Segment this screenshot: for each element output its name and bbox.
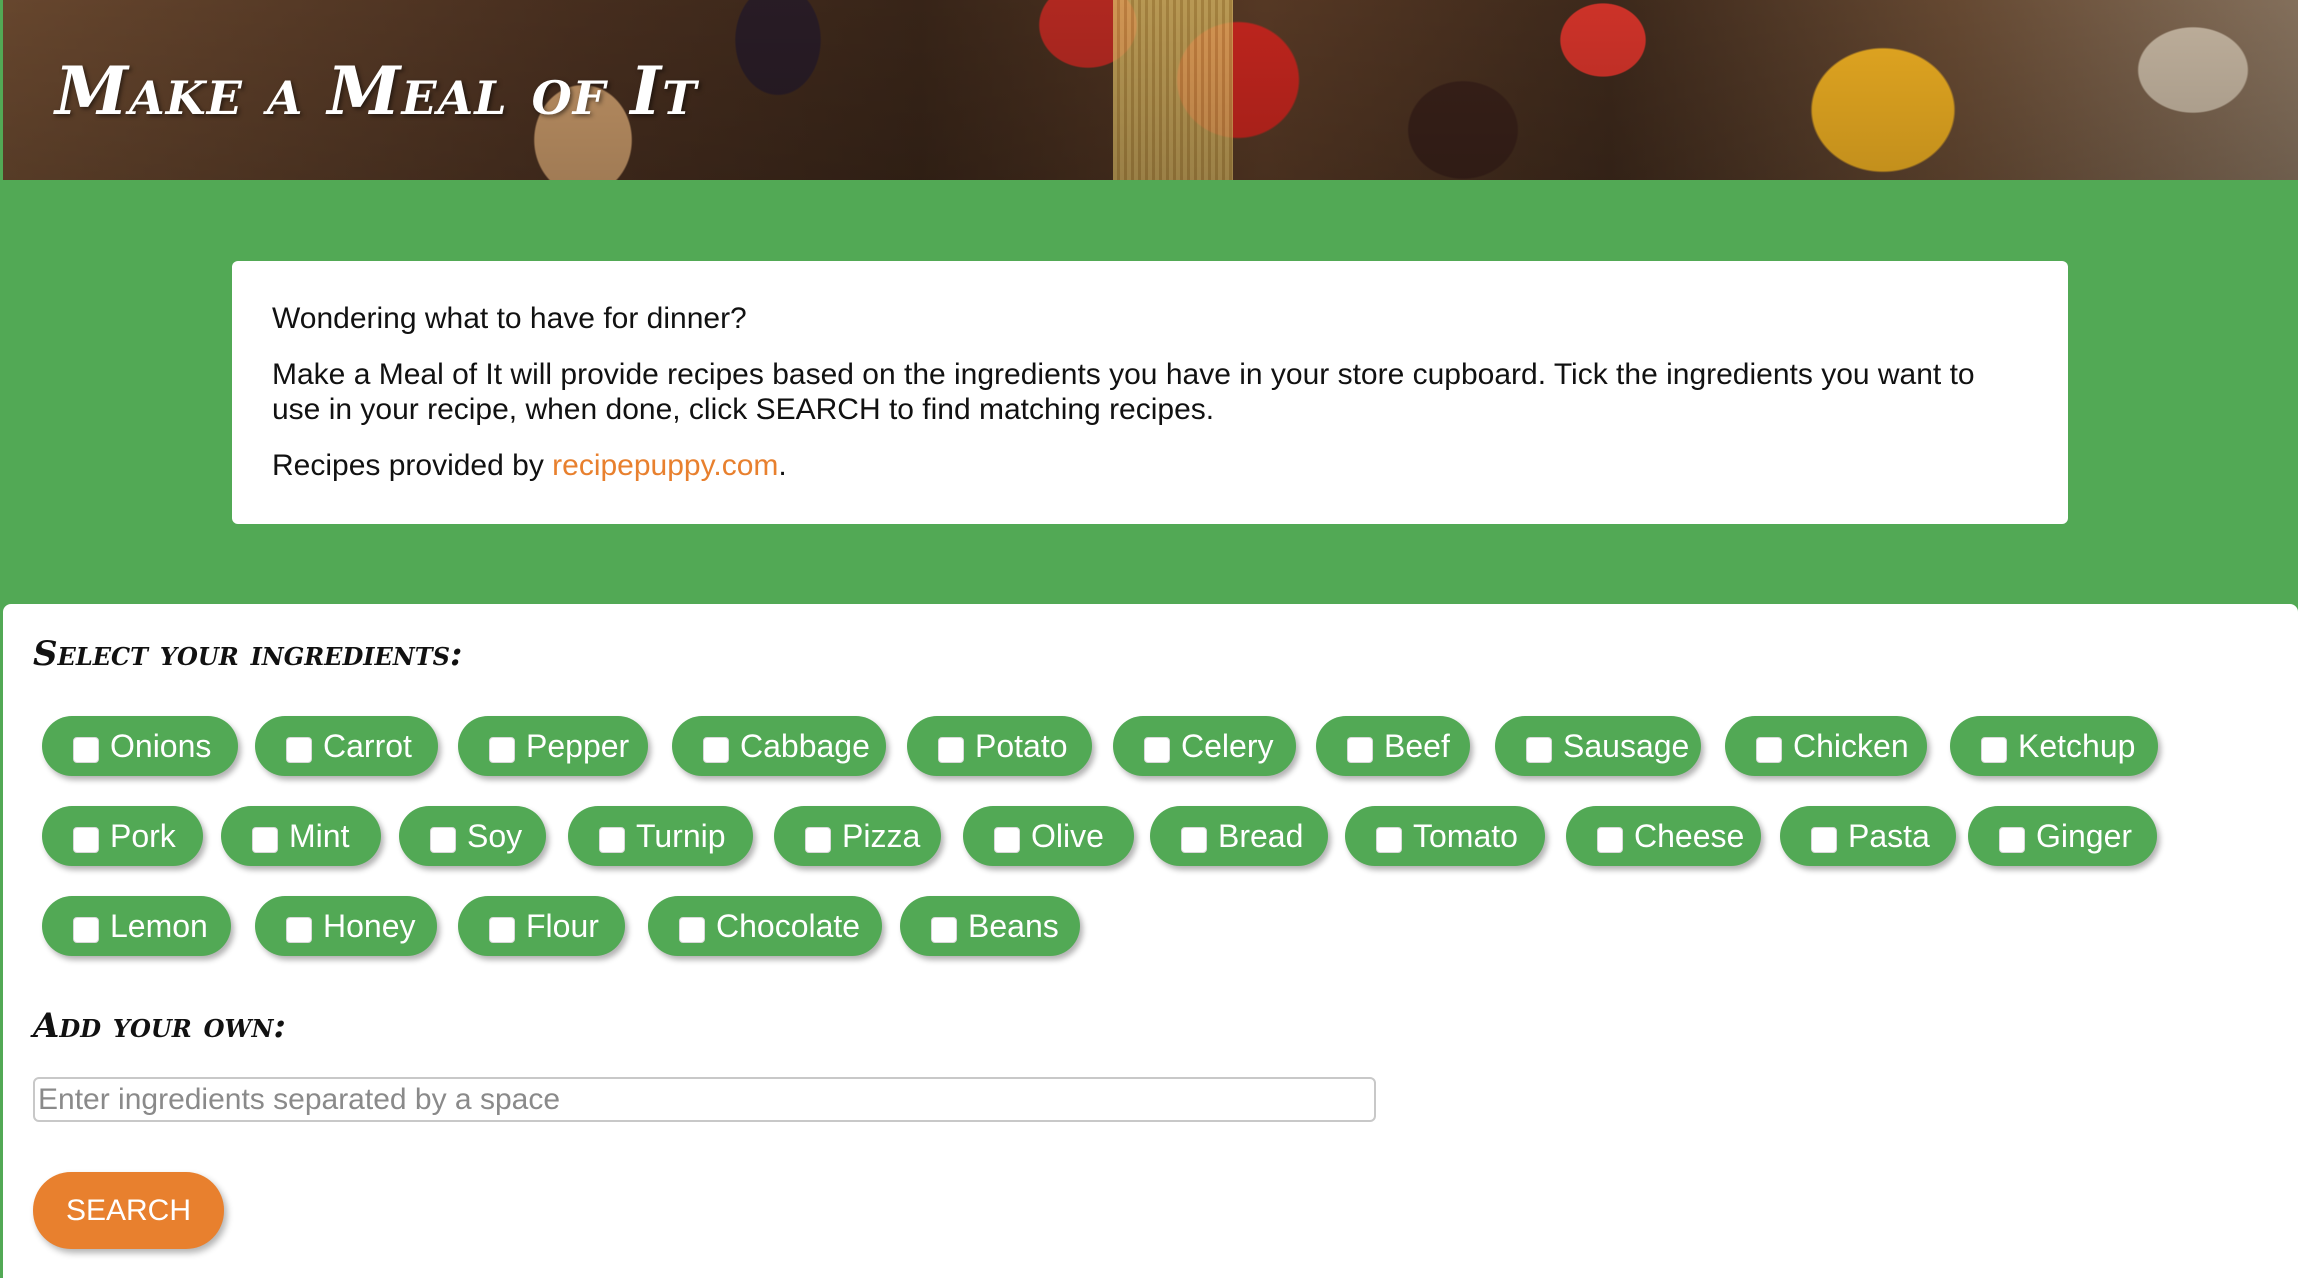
ingredient-label: Flour xyxy=(526,908,599,944)
header-banner: Make a Meal of It xyxy=(3,0,2298,180)
ingredient-cheese[interactable]: Cheese xyxy=(1566,806,1761,866)
ingredient-turnip[interactable]: Turnip xyxy=(568,806,753,866)
ingredient-bread[interactable]: Bread xyxy=(1150,806,1328,866)
ingredient-label: Soy xyxy=(467,818,523,854)
checkbox[interactable] xyxy=(73,827,99,853)
ingredient-label: Potato xyxy=(975,728,1068,764)
ingredient-pork[interactable]: Pork xyxy=(42,806,203,866)
ingredient-ketchup[interactable]: Ketchup xyxy=(1950,716,2158,776)
ingredient-ginger[interactable]: Ginger xyxy=(1968,806,2157,866)
select-ingredients-heading: Select your ingredients: xyxy=(33,634,463,674)
ingredient-label: Sausage xyxy=(1563,728,1690,764)
ingredient-label: Beef xyxy=(1384,728,1450,764)
checkbox[interactable] xyxy=(1181,827,1207,853)
ingredient-pizza[interactable]: Pizza xyxy=(774,806,941,866)
ingredient-beans[interactable]: Beans xyxy=(900,896,1080,956)
checkbox[interactable] xyxy=(489,917,515,943)
checkbox[interactable] xyxy=(1811,827,1837,853)
checkbox[interactable] xyxy=(73,917,99,943)
ingredient-label: Onions xyxy=(110,728,212,764)
checkbox[interactable] xyxy=(1981,737,2007,763)
ingredient-chocolate[interactable]: Chocolate xyxy=(648,896,882,956)
site-title: Make a Meal of It xyxy=(55,52,698,130)
add-your-own-heading: Add your own: xyxy=(33,1006,286,1046)
checkbox[interactable] xyxy=(1144,737,1170,763)
ingredient-label: Pizza xyxy=(842,818,921,854)
ingredient-label: Ketchup xyxy=(2018,728,2136,764)
ingredient-chicken[interactable]: Chicken xyxy=(1725,716,1927,776)
checkbox[interactable] xyxy=(931,917,957,943)
ingredient-carrot[interactable]: Carrot xyxy=(255,716,438,776)
ingredient-label: Cheese xyxy=(1634,818,1745,854)
ingredient-lemon[interactable]: Lemon xyxy=(42,896,231,956)
checkbox[interactable] xyxy=(430,827,456,853)
intro-credit: Recipes provided by recipepuppy.com. xyxy=(272,448,2028,483)
ingredient-celery[interactable]: Celery xyxy=(1113,716,1296,776)
ingredient-tomato[interactable]: Tomato xyxy=(1345,806,1545,866)
ingredient-olive[interactable]: Olive xyxy=(963,806,1134,866)
credit-suffix: . xyxy=(778,449,787,482)
checkbox[interactable] xyxy=(805,827,831,853)
ingredient-panel: Select your ingredients: Onions Carrot P… xyxy=(3,604,2298,1278)
ingredient-label: Pepper xyxy=(526,728,630,764)
ingredient-honey[interactable]: Honey xyxy=(255,896,437,956)
ingredient-label: Chicken xyxy=(1793,728,1909,764)
checkbox[interactable] xyxy=(1597,827,1623,853)
recipepuppy-link[interactable]: recipepuppy.com xyxy=(552,449,778,482)
checkbox[interactable] xyxy=(1756,737,1782,763)
ingredient-beef[interactable]: Beef xyxy=(1316,716,1470,776)
ingredient-label: Olive xyxy=(1031,818,1104,854)
checkbox[interactable] xyxy=(1999,827,2025,853)
checkbox[interactable] xyxy=(599,827,625,853)
checkbox[interactable] xyxy=(286,917,312,943)
ingredient-pepper[interactable]: Pepper xyxy=(458,716,648,776)
ingredient-label: Bread xyxy=(1218,818,1304,854)
checkbox[interactable] xyxy=(1347,737,1373,763)
ingredient-label: Beans xyxy=(968,908,1059,944)
checkbox[interactable] xyxy=(286,737,312,763)
checkbox[interactable] xyxy=(252,827,278,853)
ingredient-label: Carrot xyxy=(323,728,412,764)
checkbox[interactable] xyxy=(703,737,729,763)
own-ingredients-input[interactable] xyxy=(33,1077,1376,1122)
checkbox[interactable] xyxy=(994,827,1020,853)
intro-card: Wondering what to have for dinner? Make … xyxy=(232,261,2068,524)
ingredient-label: Ginger xyxy=(2036,818,2133,854)
ingredient-soy[interactable]: Soy xyxy=(399,806,546,866)
ingredient-label: Pasta xyxy=(1848,818,1930,854)
ingredient-label: Honey xyxy=(323,908,416,944)
ingredient-cabbage[interactable]: Cabbage xyxy=(672,716,886,776)
ingredient-label: Tomato xyxy=(1413,818,1518,854)
ingredient-label: Turnip xyxy=(636,818,726,854)
checkbox[interactable] xyxy=(679,917,705,943)
intro-question: Wondering what to have for dinner? xyxy=(272,302,747,335)
checkbox[interactable] xyxy=(1526,737,1552,763)
ingredient-potato[interactable]: Potato xyxy=(907,716,1092,776)
checkbox[interactable] xyxy=(938,737,964,763)
ingredient-label: Chocolate xyxy=(716,908,861,944)
ingredient-label: Lemon xyxy=(110,908,208,944)
ingredient-label: Celery xyxy=(1181,728,1274,764)
checkbox[interactable] xyxy=(73,737,99,763)
ingredient-onions[interactable]: Onions xyxy=(42,716,238,776)
ingredient-label: Cabbage xyxy=(740,728,870,764)
ingredient-pasta[interactable]: Pasta xyxy=(1780,806,1956,866)
checkbox[interactable] xyxy=(489,737,515,763)
ingredient-label: Mint xyxy=(289,818,350,854)
credit-prefix: Recipes provided by xyxy=(272,449,553,482)
intro-description: Make a Meal of It will provide recipes b… xyxy=(272,358,1975,426)
ingredient-label: Pork xyxy=(110,818,176,854)
ingredient-flour[interactable]: Flour xyxy=(458,896,625,956)
ingredient-mint[interactable]: Mint xyxy=(221,806,381,866)
checkbox[interactable] xyxy=(1376,827,1402,853)
ingredient-sausage[interactable]: Sausage xyxy=(1495,716,1701,776)
search-button[interactable]: SEARCH xyxy=(33,1172,224,1249)
